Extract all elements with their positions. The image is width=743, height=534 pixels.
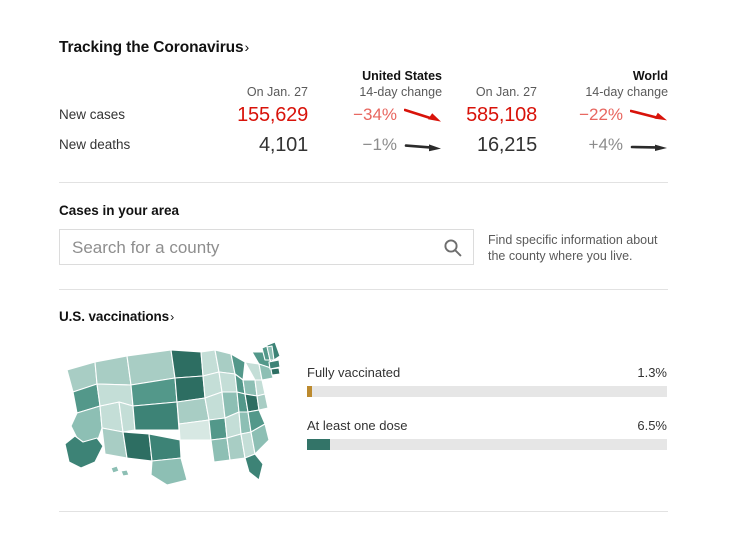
us-new-deaths-value: 4,101 [258, 134, 308, 156]
search-input[interactable] [70, 230, 444, 266]
header-blank [59, 69, 212, 84]
us-new-cases-change-text: −34% [353, 105, 398, 124]
us-new-cases-change: −34% [308, 100, 442, 130]
us-new-deaths-change-text: −1% [362, 135, 398, 154]
row-label-new-cases: New cases [59, 107, 126, 122]
table-row-new-deaths: New deaths 4,101 −1% 16,215 +4% [59, 130, 668, 160]
world-new-cases-value: 585,108 [466, 104, 538, 126]
header-world: World [632, 69, 669, 83]
coronavirus-tracker-panel: Tracking the Coronavirus› United States … [59, 0, 668, 512]
bar-value-fully-vaccinated: 1.3% [637, 365, 667, 380]
state-va [254, 379, 266, 397]
header-world-date: On Jan. 27 [475, 85, 538, 99]
cases-in-your-area-title: Cases in your area [59, 203, 180, 218]
state-ar [208, 417, 228, 441]
row-label-new-deaths: New deaths [59, 137, 131, 152]
vaccinations-content-row: Fully vaccinated 1.3% At least one dose … [59, 340, 668, 485]
tracking-the-coronavirus-link[interactable]: Tracking the Coronavirus› [59, 39, 249, 57]
us-new-deaths-change: −1% [308, 130, 442, 160]
bar-group-at-least-one-dose: At least one dose 6.5% [307, 418, 667, 450]
table-header-group-row: United States World [59, 69, 668, 84]
bar-fill-at-least-one-dose [307, 439, 331, 450]
state-nd [170, 349, 204, 379]
state-fl [244, 453, 264, 481]
header-united-states: United States [362, 69, 443, 83]
state-co [132, 401, 180, 431]
state-ut-n [96, 383, 134, 407]
vaccination-bars: Fully vaccinated 1.3% At least one dose … [307, 340, 668, 450]
bar-fill-fully-vaccinated [307, 386, 312, 397]
state-ok [148, 433, 182, 462]
state-id [94, 355, 132, 386]
divider [59, 182, 668, 183]
search-box[interactable] [59, 229, 474, 266]
us-vaccinations-link[interactable]: U.S. vaccinations› [59, 309, 174, 324]
world-new-deaths-change-text: +4% [588, 135, 624, 154]
bar-group-fully-vaccinated: Fully vaccinated 1.3% [307, 365, 667, 397]
county-search-row: Find specific information about the coun… [59, 229, 668, 266]
us-choropleth-map[interactable] [59, 340, 284, 485]
state-tx [150, 457, 188, 485]
state-hi [110, 465, 120, 474]
chevron-right-icon: › [244, 40, 250, 56]
search-help-text: Find specific information about the coun… [488, 229, 668, 264]
header-us-14day-change: 14-day change [359, 85, 443, 99]
state-nm [122, 431, 153, 462]
magnifying-glass-icon[interactable] [443, 238, 462, 262]
divider [59, 289, 668, 290]
bar-head-fully-vaccinated: Fully vaccinated 1.3% [307, 365, 667, 381]
table-row-new-cases: New cases 155,629 −34% 585,108 −22% [59, 100, 668, 130]
state-il [218, 371, 238, 393]
state-hi-2 [120, 469, 130, 477]
search-help-line-1: Find specific information about [488, 233, 658, 247]
coronavirus-stats-table: United States World On Jan. 27 14-day ch… [59, 69, 668, 160]
bar-track-fully-vaccinated [307, 386, 667, 397]
bar-label-fully-vaccinated: Fully vaccinated [307, 365, 401, 380]
world-new-cases-change-text: −22% [579, 105, 624, 124]
bar-value-at-least-one-dose: 6.5% [637, 418, 667, 433]
header-us-date: On Jan. 27 [246, 85, 308, 99]
chevron-right-icon: › [170, 310, 175, 324]
search-help-line-2: the county where you live. [488, 249, 633, 263]
header-world-14day-change: 14-day change [585, 85, 669, 99]
world-new-deaths-value: 16,215 [477, 134, 538, 156]
bar-label-at-least-one-dose: At least one dose [307, 418, 408, 433]
state-ks [178, 419, 212, 441]
us-map-svg [64, 341, 281, 485]
arrow-down-right-icon [403, 108, 442, 122]
us-new-cases-value: 155,629 [237, 104, 308, 126]
world-new-deaths-change: +4% [537, 130, 668, 160]
vaccinations-title-text: U.S. vaccinations [59, 309, 170, 324]
arrow-right-icon [630, 144, 668, 151]
state-va-e [256, 393, 269, 411]
bar-head-at-least-one-dose: At least one dose 6.5% [307, 418, 667, 434]
tracking-title-text: Tracking the Coronavirus [59, 39, 244, 56]
world-new-cases-change: −22% [537, 100, 668, 130]
header-blank-2 [59, 84, 212, 100]
bar-track-at-least-one-dose [307, 439, 667, 450]
divider [59, 511, 668, 512]
arrow-right-icon [404, 143, 442, 151]
table-header-sub-row: On Jan. 27 14-day change On Jan. 27 14-d… [59, 84, 668, 100]
arrow-down-right-icon [629, 109, 668, 120]
state-ct-ri [270, 367, 281, 376]
